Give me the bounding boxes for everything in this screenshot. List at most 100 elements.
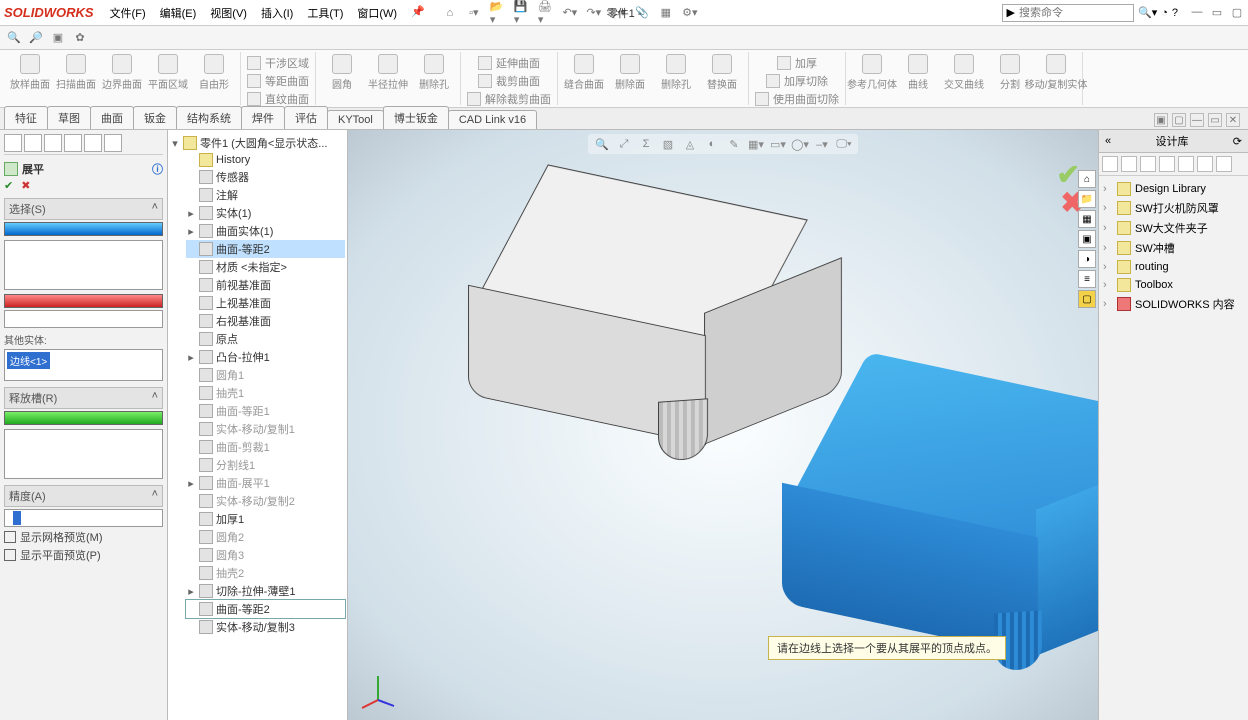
tree-item[interactable]: History	[216, 154, 250, 166]
tree-item[interactable]: 曲面-等距2	[216, 601, 270, 617]
tree-item[interactable]: 上视基准面	[216, 295, 271, 311]
ribbon-trim[interactable]: 裁剪曲面	[478, 72, 540, 90]
ribbon-interfere[interactable]: 干涉区域	[247, 54, 309, 72]
ribbon-knit[interactable]: 缝合曲面	[564, 54, 604, 91]
redo-icon[interactable]: ↷▾	[585, 4, 603, 22]
menu-insert[interactable]: 插入(I)	[255, 3, 299, 23]
tab-surface[interactable]: 曲面	[90, 106, 134, 129]
tab-structure[interactable]: 结构系统	[176, 106, 242, 129]
pm-relief-list[interactable]	[4, 429, 163, 479]
dl-twisty[interactable]: ›	[1103, 298, 1113, 310]
ribbon-planar[interactable]: 平面区域	[148, 54, 188, 91]
vp-max-icon[interactable]: ▭	[1208, 113, 1222, 127]
dl-back-icon[interactable]	[1102, 156, 1118, 172]
cloud-icon[interactable]: ◔	[1161, 7, 1168, 19]
dl-item[interactable]: Design Library	[1135, 183, 1206, 195]
hud-view-icon[interactable]: Σ	[638, 136, 654, 152]
tree-item[interactable]: 凸台-拉伸1	[216, 349, 270, 365]
dl-item[interactable]: routing	[1135, 261, 1169, 273]
pm-tab6-icon[interactable]	[104, 134, 122, 152]
ribbon-sweep[interactable]: 扫描曲面	[56, 54, 96, 91]
hud-screen-icon[interactable]: 🖵▾	[836, 136, 852, 152]
graphics-viewport[interactable]: 🔍 ⤢ Σ ▧ ◬ ◐ ✎ ▦▾ ▭▾ ◯▾ –▾ 🖵▾ ✔ ✖ ⌂ 📁 ▦ ▣…	[348, 130, 1098, 720]
hud-annot-icon[interactable]: ▭▾	[770, 136, 786, 152]
tree-twisty[interactable]: ▸	[186, 351, 196, 364]
hud-apply-icon[interactable]: ◯▾	[792, 136, 808, 152]
ribbon-loft[interactable]: 放样曲面	[10, 54, 50, 91]
new-icon[interactable]: ▫▾	[465, 4, 483, 22]
options-icon[interactable]: ⚙▾	[681, 4, 699, 22]
tab-bsb[interactable]: 博士钣金	[383, 106, 449, 129]
maximize-icon[interactable]: ▢	[1230, 6, 1244, 19]
ribbon-extend[interactable]: 延伸曲面	[478, 54, 540, 72]
ribbon-boundary[interactable]: 边界曲面	[102, 54, 142, 91]
tab-cadlink[interactable]: CAD Link v16	[448, 110, 537, 129]
dl-twisty[interactable]: ›	[1103, 279, 1113, 291]
ribbon-curves[interactable]: 曲线	[898, 54, 938, 91]
ribbon-replace[interactable]: 替换面	[702, 54, 742, 91]
dl-fwd-icon[interactable]	[1121, 156, 1137, 172]
tree-item[interactable]: 圆角2	[216, 529, 244, 545]
pm-select-header[interactable]: 选择(S)	[9, 201, 46, 217]
hud-display-icon[interactable]: ◬	[682, 136, 698, 152]
tree-item[interactable]: 圆角1	[216, 367, 244, 383]
tree-item[interactable]: 抽壳1	[216, 385, 244, 401]
dl-pin2-icon[interactable]	[1197, 156, 1213, 172]
feature-tree[interactable]: ▾零件1 (大圆角<显示状态... History传感器注解▸实体(1)▸曲面实…	[168, 130, 348, 720]
restore-icon[interactable]: ▭	[1210, 6, 1224, 19]
menu-window[interactable]: 窗口(W)	[351, 3, 403, 23]
tree-root-label[interactable]: 零件1 (大圆角<显示状态...	[200, 135, 327, 151]
pm-relief-color[interactable]	[4, 411, 163, 425]
hud-section-icon[interactable]: ▧	[660, 136, 676, 152]
undo-icon[interactable]: ↶▾	[561, 4, 579, 22]
dl-twisty[interactable]: ›	[1103, 202, 1113, 214]
tree-twisty[interactable]: ▸	[186, 225, 196, 238]
tree-item[interactable]: 曲面实体(1)	[216, 223, 273, 239]
tab-kytool[interactable]: KYTool	[327, 110, 384, 129]
pm-tab3-icon[interactable]	[44, 134, 62, 152]
tree-item[interactable]: 分割线1	[216, 457, 255, 473]
pm-tab1-icon[interactable]	[4, 134, 22, 152]
tp-lib-icon[interactable]: ▦	[1078, 210, 1096, 228]
dl-more-icon[interactable]	[1216, 156, 1232, 172]
tree-item[interactable]: 加厚1	[216, 511, 244, 527]
tp-view-icon[interactable]: ▣	[1078, 230, 1096, 248]
tree-twisty[interactable]: ▸	[186, 207, 196, 220]
dl-twisty[interactable]: ›	[1103, 183, 1113, 195]
home-icon[interactable]: ⌂	[441, 4, 459, 22]
vp-min-icon[interactable]: —	[1190, 113, 1204, 127]
pm-accuracy-header[interactable]: 精度(A)	[9, 488, 46, 504]
vp-close-icon[interactable]: ✕	[1226, 113, 1240, 127]
menu-edit[interactable]: 编辑(E)	[154, 3, 203, 23]
hud-edit-icon[interactable]: ✎	[726, 136, 742, 152]
dl-twisty[interactable]: ›	[1103, 261, 1113, 273]
pm-mesh-checkbox[interactable]: 显示网格预览(M)	[4, 529, 163, 545]
dl-twisty[interactable]: ›	[1103, 222, 1113, 234]
tree-twisty[interactable]: ▸	[186, 585, 196, 598]
tree-item[interactable]: 前视基准面	[216, 277, 271, 293]
print-icon[interactable]: 🖨▾	[537, 4, 555, 22]
tab-weldments[interactable]: 焊件	[241, 106, 285, 129]
tree-twisty[interactable]: ▸	[186, 477, 196, 490]
triad-icon[interactable]	[358, 670, 398, 710]
pm-tab4-icon[interactable]	[64, 134, 82, 152]
pm-ok-button[interactable]: ✔	[4, 179, 13, 192]
dl-home2-icon[interactable]	[1159, 156, 1175, 172]
pm-plane-checkbox[interactable]: 显示平面预览(P)	[4, 547, 163, 563]
tree-item[interactable]: 实体(1)	[216, 205, 251, 221]
dl-item[interactable]: SW打火机防风罩	[1135, 200, 1219, 216]
minimize-icon[interactable]: —	[1190, 6, 1204, 19]
pm-accuracy-slider[interactable]	[4, 509, 163, 527]
dl-item[interactable]: SW大文件夹子	[1135, 220, 1208, 236]
tree-item[interactable]: 曲面-等距1	[216, 403, 270, 419]
qa-magnify-icon[interactable]: 🔍	[6, 30, 22, 46]
tab-sketch[interactable]: 草图	[47, 106, 91, 129]
tab-features[interactable]: 特征	[4, 106, 48, 129]
ribbon-del-hole[interactable]: 删除孔	[414, 54, 454, 91]
dl-twisty[interactable]: ›	[1103, 242, 1113, 254]
dl-item[interactable]: SOLIDWORKS 内容	[1135, 296, 1235, 312]
tp-appearance-icon[interactable]: ◑	[1078, 250, 1096, 268]
menu-tools[interactable]: 工具(T)	[301, 3, 349, 23]
ribbon-untrim[interactable]: 解除裁剪曲面	[467, 90, 551, 108]
ribbon-refgeo[interactable]: 参考几何体	[852, 54, 892, 91]
